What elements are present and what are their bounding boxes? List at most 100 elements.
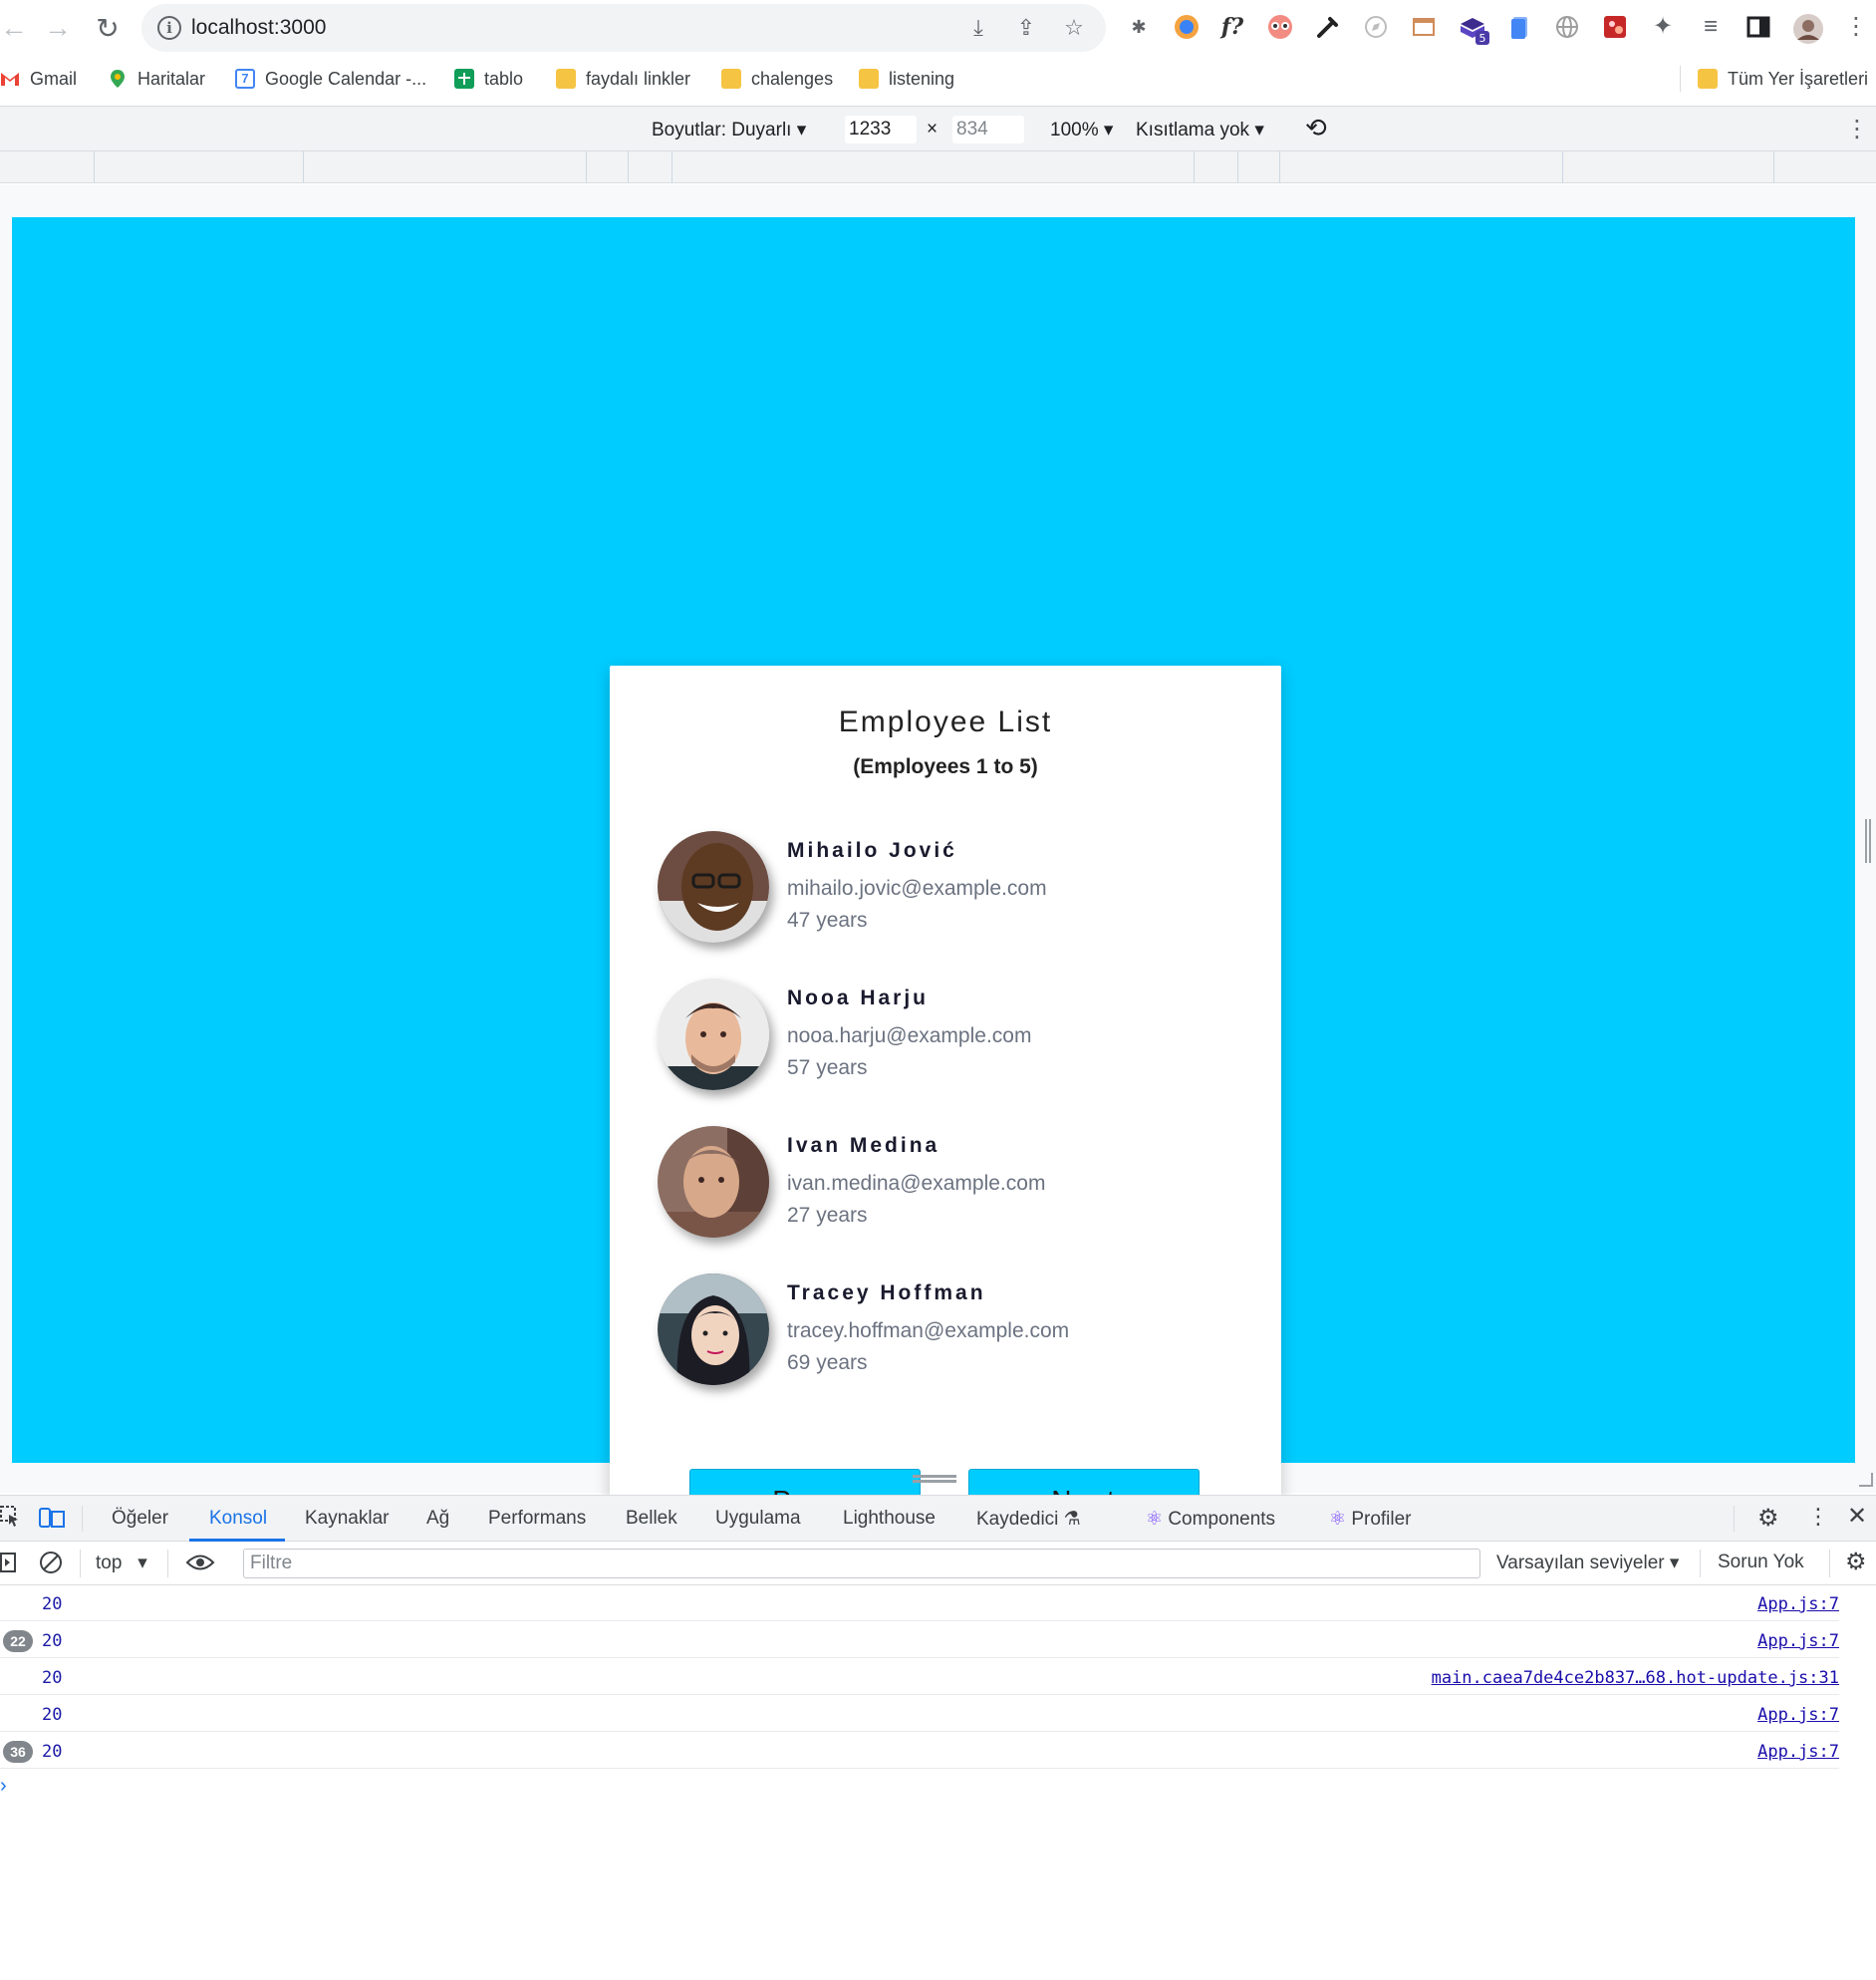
device-more-icon[interactable]: ⋮: [1845, 115, 1869, 143]
log-source-link[interactable]: App.js:7: [1757, 1705, 1839, 1725]
bookmark-folder-chalenges[interactable]: chalenges: [721, 66, 833, 92]
dimensions-label: Boyutlar: Duyarlı: [652, 120, 792, 141]
tab-memory[interactable]: Bellek: [626, 1508, 677, 1530]
log-value: 20: [42, 1742, 63, 1762]
console-message: 36 20 App.js:7: [0, 1733, 1839, 1769]
avatar: [658, 1126, 769, 1238]
tab-sources[interactable]: Kaynaklar: [305, 1508, 390, 1530]
log-source-link[interactable]: App.js:7: [1757, 1742, 1839, 1762]
employee-age: 47 years: [787, 909, 868, 932]
site-info-icon[interactable]: i: [157, 16, 181, 40]
devtools-resize-handle[interactable]: [913, 1475, 956, 1483]
translate-icon[interactable]: [1172, 12, 1202, 42]
tab-elements[interactable]: Öğeler: [112, 1508, 168, 1530]
console-prompt[interactable]: ›: [0, 1775, 7, 1798]
tab-components[interactable]: ⚛ Components: [1146, 1508, 1275, 1531]
tab-application[interactable]: Uygulama: [715, 1508, 801, 1530]
queue-icon[interactable]: ≡: [1696, 12, 1726, 42]
rotate-icon[interactable]: ⟲: [1305, 113, 1327, 143]
bookmark-all[interactable]: Tüm Yer İşaretleri: [1698, 66, 1868, 92]
zoom-label: 100%: [1050, 120, 1099, 141]
ruler-tick: [1194, 151, 1195, 183]
page-title: Employee List: [838, 706, 1053, 738]
font-icon[interactable]: f?: [1217, 12, 1247, 42]
viewport-resize-handle[interactable]: [1865, 819, 1871, 863]
zoom-dropdown[interactable]: 100% ▾: [1050, 119, 1113, 141]
tab-components-label: Components: [1168, 1509, 1276, 1530]
bookmark-star-icon[interactable]: ☆: [1060, 14, 1088, 42]
clipboard-icon[interactable]: [1504, 12, 1534, 42]
install-icon[interactable]: ⤓: [964, 14, 992, 42]
employee-name: Ivan Medina: [787, 1134, 940, 1157]
context-selector[interactable]: top ▾: [96, 1552, 147, 1574]
bug-icon[interactable]: ✱: [1124, 12, 1154, 42]
tab-profiler[interactable]: ⚛ Profiler: [1329, 1508, 1412, 1531]
toolbar-divider: [1700, 1550, 1701, 1577]
tab-performance[interactable]: Performans: [488, 1508, 586, 1530]
forward-arrow-icon[interactable]: →: [40, 10, 76, 46]
height-input[interactable]: 834: [952, 116, 1024, 143]
window-icon[interactable]: [1409, 12, 1439, 42]
bookmark-calendar[interactable]: 7 Google Calendar -...: [235, 66, 426, 92]
log-source-link[interactable]: App.js:7: [1757, 1594, 1839, 1614]
react-icon: ⚛: [1146, 1509, 1164, 1530]
devtools-panel: Öğeler Konsol Kaynaklar Ağ Performans Be…: [0, 1495, 1876, 1980]
eyedropper-icon[interactable]: [1313, 12, 1343, 42]
media-query-ruler: [0, 151, 1876, 183]
settings-gear-icon[interactable]: ⚙: [1757, 1504, 1779, 1533]
console-settings-gear-icon[interactable]: ⚙: [1845, 1548, 1867, 1576]
employee-email: mihailo.jovic@example.com: [787, 877, 1047, 900]
bookmark-gmail[interactable]: Gmail: [0, 66, 77, 92]
share-icon[interactable]: ⇪: [1012, 14, 1040, 42]
dimensions-dropdown[interactable]: Boyutlar: Duyarlı ▾: [652, 119, 806, 141]
log-source-link[interactable]: App.js:7: [1757, 1631, 1839, 1651]
inspect-icon[interactable]: [0, 1506, 20, 1534]
tab-lighthouse[interactable]: Lighthouse: [843, 1508, 936, 1530]
extension-badge-icon[interactable]: 5: [1457, 12, 1489, 45]
tab-console[interactable]: Konsol: [209, 1508, 267, 1530]
sidebar-toggle-icon[interactable]: [0, 1552, 16, 1579]
back-arrow-icon[interactable]: ←: [0, 10, 32, 46]
ruler-tick: [1237, 151, 1238, 183]
devtools-more-icon[interactable]: ⋮: [1807, 1504, 1829, 1530]
console-message: 20 App.js:7: [0, 1696, 1839, 1732]
issues-counter[interactable]: Sorun Yok: [1718, 1552, 1804, 1573]
more-icon[interactable]: ⋮: [1841, 12, 1871, 42]
employee-name: Tracey Hoffman: [787, 1281, 986, 1304]
log-source-link[interactable]: main.caea7de4ce2b837…68.hot-update.js:31: [1432, 1668, 1839, 1688]
compass-icon[interactable]: [1361, 12, 1391, 42]
photo-icon[interactable]: [1600, 12, 1630, 42]
puzzle-icon[interactable]: ✦: [1648, 12, 1678, 42]
throttle-dropdown[interactable]: Kısıtlama yok ▾: [1136, 119, 1264, 141]
toolbar-divider: [80, 1550, 81, 1577]
bookmark-label: Google Calendar -...: [265, 68, 427, 89]
tab-divider: [1734, 1506, 1735, 1532]
eye-icon[interactable]: [185, 1550, 215, 1581]
tab-network[interactable]: Ağ: [426, 1508, 449, 1530]
bookmark-tablo[interactable]: tablo: [454, 66, 523, 92]
tab-recorder[interactable]: Kaydedici ⚗: [976, 1508, 1081, 1531]
close-icon[interactable]: ✕: [1847, 1502, 1867, 1531]
tab-profiler-label: Profiler: [1351, 1509, 1412, 1530]
device-toggle-icon[interactable]: [38, 1506, 66, 1536]
clear-console-icon[interactable]: [38, 1550, 64, 1581]
address-bar[interactable]: i localhost:3000 ⤓ ⇪ ☆: [141, 4, 1106, 52]
bookmark-maps[interactable]: Haritalar: [108, 66, 205, 92]
log-value: 20: [42, 1631, 63, 1651]
reload-icon[interactable]: ↻: [90, 10, 126, 46]
folder-icon: [721, 69, 741, 89]
sidepanel-icon[interactable]: [1743, 12, 1773, 42]
tab-recorder-label: Kaydedici: [976, 1509, 1059, 1530]
corner-resize-handle[interactable]: [1859, 1473, 1873, 1487]
bookmark-folder-listening[interactable]: listening: [859, 66, 954, 92]
bookmark-folder-faydali[interactable]: faydalı linkler: [556, 66, 690, 92]
chevron-down-icon: ▾: [796, 120, 807, 141]
log-levels-dropdown[interactable]: Varsayılan seviyeler ▾: [1496, 1552, 1679, 1574]
profile-avatar-icon[interactable]: [1791, 12, 1823, 44]
globe-icon[interactable]: [1552, 12, 1582, 42]
eyes-icon[interactable]: [1265, 12, 1295, 42]
employee-age: 27 years: [787, 1204, 868, 1227]
width-input[interactable]: 1233: [845, 116, 917, 143]
filter-input[interactable]: Filtre: [243, 1549, 1480, 1578]
employee-card: Employee List (Employees 1 to 5) Mihailo…: [610, 666, 1281, 1568]
